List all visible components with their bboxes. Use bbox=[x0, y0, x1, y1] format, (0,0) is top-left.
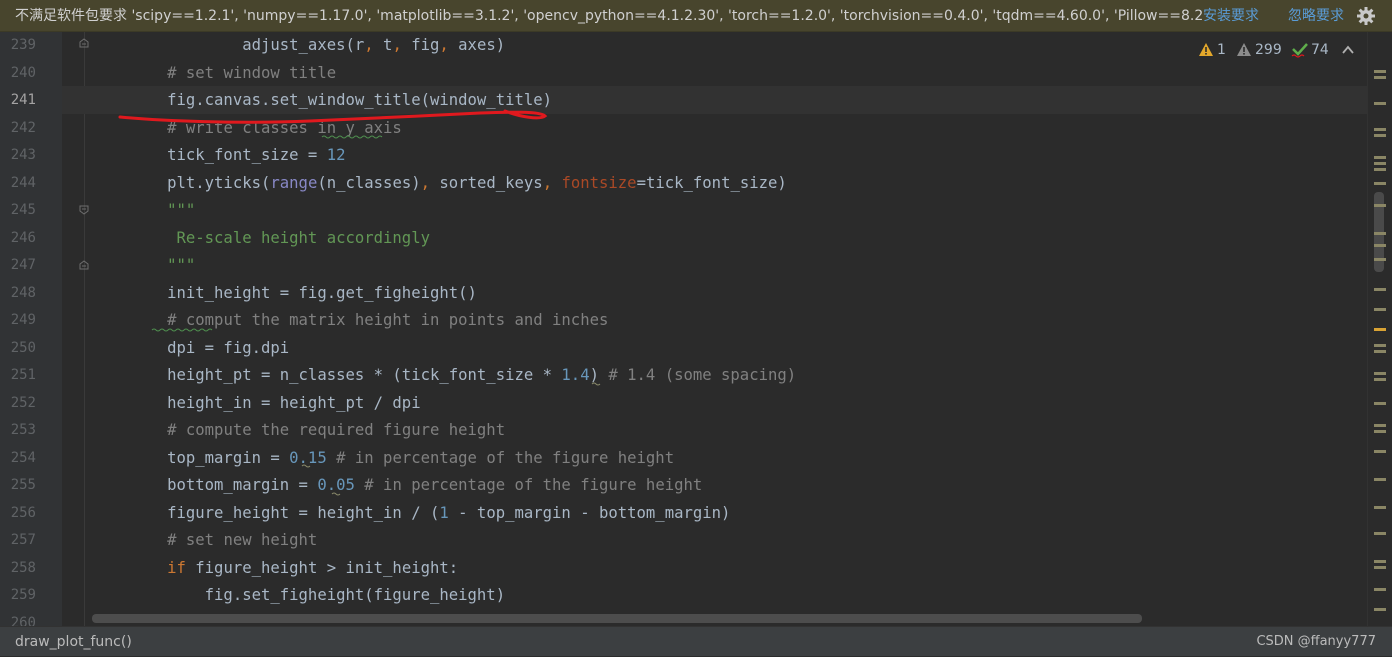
line-number[interactable]: 249 bbox=[0, 307, 36, 335]
stripe-mark[interactable] bbox=[1374, 258, 1386, 261]
stripe-mark[interactable] bbox=[1374, 566, 1386, 569]
line-number[interactable]: 255 bbox=[0, 472, 36, 500]
line-number[interactable]: 244 bbox=[0, 170, 36, 198]
line-number[interactable]: 250 bbox=[0, 335, 36, 363]
stripe-mark[interactable] bbox=[1374, 156, 1386, 159]
stripe-mark[interactable] bbox=[1374, 478, 1386, 481]
code-line[interactable]: init_height = fig.get_figheight() bbox=[92, 280, 477, 308]
line-number[interactable]: 246 bbox=[0, 225, 36, 253]
stripe-mark[interactable] bbox=[1374, 402, 1386, 405]
code-line[interactable]: top_margin = 0.15 # in percentage of the… bbox=[92, 445, 674, 473]
line-number[interactable]: 257 bbox=[0, 527, 36, 555]
chevron-up-icon[interactable] bbox=[1341, 43, 1355, 57]
stripe-mark[interactable] bbox=[1374, 288, 1386, 291]
gutter-separator bbox=[84, 32, 85, 626]
code-line[interactable]: dpi = fig.dpi bbox=[92, 335, 289, 363]
stripe-mark[interactable] bbox=[1374, 424, 1386, 427]
fold-end-icon[interactable] bbox=[78, 37, 90, 49]
stripe-mark[interactable] bbox=[1374, 162, 1386, 165]
stripe-mark[interactable] bbox=[1374, 350, 1386, 353]
line-number[interactable]: 259 bbox=[0, 582, 36, 610]
stripe-mark[interactable] bbox=[1374, 128, 1386, 131]
stripe-mark[interactable] bbox=[1374, 344, 1386, 347]
stripe-mark[interactable] bbox=[1374, 608, 1386, 611]
line-number[interactable]: 243 bbox=[0, 142, 36, 170]
weak-warning-icon[interactable] bbox=[1236, 42, 1252, 57]
code-line[interactable]: # set new height bbox=[92, 527, 317, 555]
line-number[interactable]: 251 bbox=[0, 362, 36, 390]
stripe-mark[interactable] bbox=[1374, 588, 1386, 591]
line-number[interactable]: 240 bbox=[0, 60, 36, 88]
code-line[interactable]: # comput the matrix height in points and… bbox=[92, 307, 608, 335]
stripe-mark[interactable] bbox=[1374, 450, 1386, 453]
stripe-mark[interactable] bbox=[1374, 308, 1386, 311]
warning-icon[interactable] bbox=[1198, 42, 1214, 57]
fold-end-icon[interactable] bbox=[78, 259, 90, 271]
code-line[interactable]: """ bbox=[92, 252, 195, 280]
line-number[interactable]: 247 bbox=[0, 252, 36, 280]
line-number[interactable]: 248 bbox=[0, 280, 36, 308]
line-number[interactable]: 258 bbox=[0, 555, 36, 583]
line-number[interactable]: 253 bbox=[0, 417, 36, 445]
breadcrumb[interactable]: draw_plot_func() bbox=[15, 627, 132, 657]
line-number[interactable]: 241 bbox=[0, 87, 36, 115]
typo-count[interactable]: 74 bbox=[1311, 38, 1329, 62]
stripe-mark[interactable] bbox=[1374, 168, 1386, 171]
requirements-banner: 不满足软件包要求 'scipy==1.2.1', 'numpy==1.17.0'… bbox=[0, 0, 1392, 32]
status-bar: draw_plot_func() CSDN @ffanyy777 bbox=[0, 626, 1392, 656]
error-stripe-scrollbar[interactable] bbox=[1367, 32, 1392, 626]
stripe-mark[interactable] bbox=[1374, 378, 1386, 381]
stripe-mark[interactable] bbox=[1374, 430, 1386, 433]
line-number[interactable]: 245 bbox=[0, 197, 36, 225]
stripe-warning-mark[interactable] bbox=[1374, 328, 1386, 331]
stripe-mark[interactable] bbox=[1374, 182, 1386, 185]
code-line[interactable]: fig.canvas.set_window_title(window_title… bbox=[92, 87, 552, 115]
warning-count[interactable]: 1 bbox=[1217, 38, 1226, 62]
code-line[interactable]: adjust_axes(r, t, fig, axes) bbox=[92, 32, 505, 60]
code-line[interactable]: if figure_height > init_height: bbox=[92, 555, 458, 583]
code-line[interactable]: figure_height = height_in / (1 - top_mar… bbox=[92, 500, 730, 528]
install-requirements-link[interactable]: 安装要求 bbox=[1203, 0, 1259, 32]
horizontal-scrollbar-thumb[interactable] bbox=[92, 614, 1142, 623]
stripe-mark[interactable] bbox=[1374, 70, 1386, 73]
stripe-mark[interactable] bbox=[1374, 506, 1386, 509]
stripe-mark[interactable] bbox=[1374, 76, 1386, 79]
fold-start-icon[interactable] bbox=[78, 204, 90, 216]
watermark: CSDN @ffanyy777 bbox=[1256, 634, 1376, 649]
code-line[interactable]: bottom_margin = 0.05 # in percentage of … bbox=[92, 472, 702, 500]
line-number[interactable]: 239 bbox=[0, 32, 36, 60]
code-line[interactable]: """ bbox=[92, 197, 195, 225]
code-line[interactable]: height_pt = n_classes * (tick_font_size … bbox=[92, 362, 796, 390]
code-line[interactable]: # compute the required figure height bbox=[92, 417, 505, 445]
line-number[interactable]: 256 bbox=[0, 500, 36, 528]
code-line[interactable]: tick_font_size = 12 bbox=[92, 142, 345, 170]
line-number[interactable]: 242 bbox=[0, 115, 36, 143]
line-number[interactable]: 252 bbox=[0, 390, 36, 418]
gear-icon[interactable] bbox=[1356, 6, 1376, 26]
stripe-mark[interactable] bbox=[1374, 532, 1386, 535]
code-line[interactable]: Re-scale height accordingly bbox=[92, 225, 430, 253]
requirements-message: 不满足软件包要求 'scipy==1.2.1', 'numpy==1.17.0'… bbox=[15, 8, 1203, 24]
weak-warning-count[interactable]: 299 bbox=[1255, 38, 1282, 62]
stripe-mark[interactable] bbox=[1374, 560, 1386, 563]
code-line[interactable]: # write classes in y axis bbox=[92, 115, 402, 143]
code-line[interactable]: height_in = height_pt / dpi bbox=[92, 390, 421, 418]
code-line[interactable]: fig.set_figheight(figure_height) bbox=[92, 582, 505, 610]
ignore-requirements-link[interactable]: 忽略要求 bbox=[1288, 0, 1344, 32]
code-line[interactable]: # set window title bbox=[92, 60, 336, 88]
stripe-mark[interactable] bbox=[1374, 102, 1386, 105]
stripe-mark[interactable] bbox=[1374, 372, 1386, 375]
stripe-mark[interactable] bbox=[1374, 204, 1386, 207]
stripe-mark[interactable] bbox=[1374, 232, 1386, 235]
typo-check-icon[interactable] bbox=[1291, 42, 1309, 58]
line-number[interactable]: 254 bbox=[0, 445, 36, 473]
stripe-mark[interactable] bbox=[1374, 134, 1386, 137]
stripe-mark[interactable] bbox=[1374, 244, 1386, 247]
code-line[interactable]: plt.yticks(range(n_classes), sorted_keys… bbox=[92, 170, 787, 198]
